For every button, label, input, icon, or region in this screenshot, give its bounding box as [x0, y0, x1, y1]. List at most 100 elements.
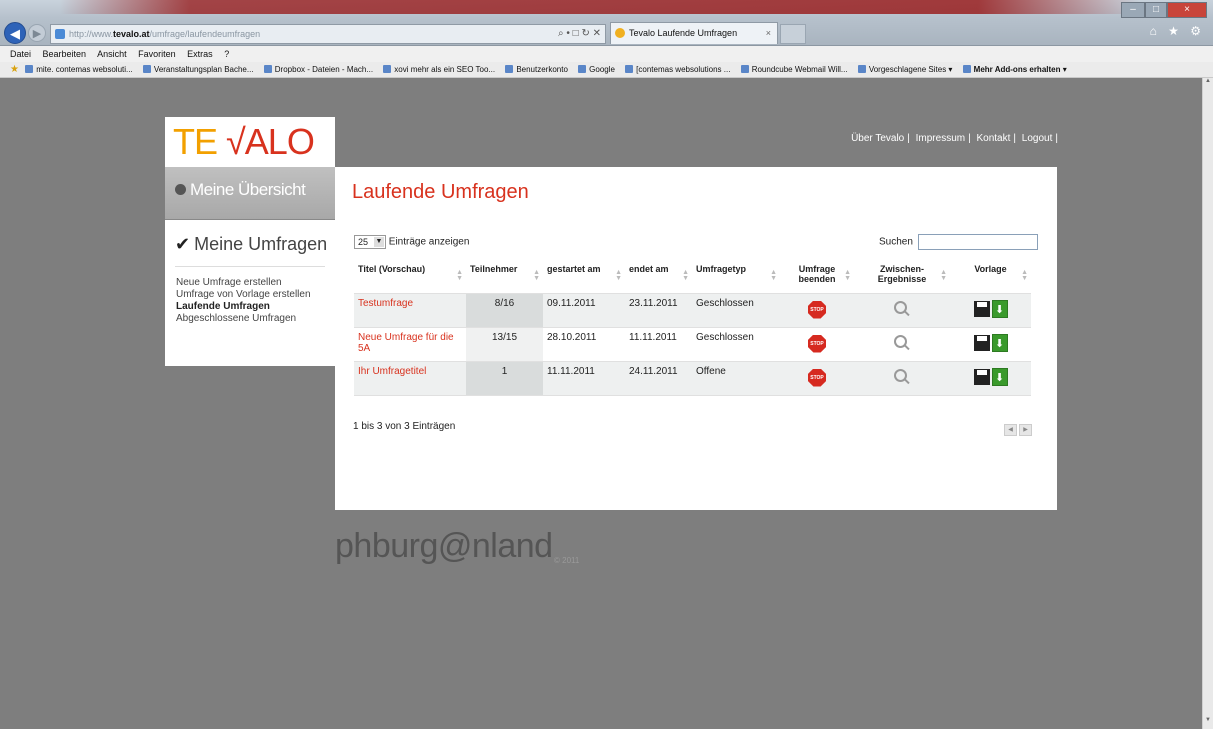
- menu-extras[interactable]: Extras: [187, 49, 213, 59]
- results-cell: [854, 361, 950, 395]
- menu-datei[interactable]: Datei: [10, 49, 31, 59]
- browser-tool-icons[interactable]: ⌂ ★ ⚙: [1150, 24, 1205, 38]
- favorite-item[interactable]: Veranstaltungsplan Bache...: [143, 65, 254, 74]
- scroll-up-icon[interactable]: ▲: [1203, 78, 1213, 90]
- page-title: Laufende Umfragen: [352, 181, 529, 203]
- stop-icon[interactable]: STOP: [808, 334, 826, 353]
- prev-page-icon[interactable]: ◀: [1004, 424, 1017, 436]
- minimize-button[interactable]: –: [1121, 2, 1145, 18]
- template-cell: ⬇: [950, 327, 1031, 361]
- favorite-item[interactable]: Google: [578, 65, 615, 74]
- entries-select-value: 25: [358, 237, 369, 247]
- sidebar-item-abgeschlossene[interactable]: Abgeschlossene Umfragen: [176, 313, 311, 325]
- end-date-cell: 11.11.2011: [625, 327, 692, 361]
- search-label: Suchen: [879, 236, 913, 248]
- entries-select[interactable]: 25 ▼: [354, 235, 386, 249]
- menu-help[interactable]: ?: [224, 49, 229, 59]
- menubar: Datei Bearbeiten Ansicht Favoriten Extra…: [0, 46, 1213, 62]
- pagination: ◀ ▶: [1002, 422, 1032, 436]
- favorite-item[interactable]: xovi mehr als ein SEO Too...: [383, 65, 495, 74]
- favorite-item[interactable]: mite. contemas websoluti...: [25, 65, 132, 74]
- sort-icon: ▲ ▼: [533, 269, 540, 282]
- survey-type-cell: Offene: [692, 361, 780, 395]
- sidebar-overview-tab[interactable]: Meine Übersicht: [165, 167, 335, 220]
- magnifier-icon[interactable]: [893, 300, 911, 318]
- menu-bearbeiten[interactable]: Bearbeiten: [43, 49, 87, 59]
- nav-separator: |: [907, 133, 910, 144]
- search-input[interactable]: [917, 234, 1038, 250]
- favorite-item[interactable]: Dropbox - Dateien - Mach...: [264, 65, 373, 74]
- tab-favicon-icon: [615, 28, 625, 38]
- magnifier-icon[interactable]: [893, 334, 911, 352]
- url-host: tevalo.at: [113, 29, 150, 39]
- close-window-button[interactable]: ×: [1167, 2, 1207, 18]
- forward-button[interactable]: ▶: [28, 24, 46, 42]
- site-favicon-icon: [55, 29, 65, 39]
- favorite-item[interactable]: Vorgeschlagene Sites ▾: [858, 65, 953, 74]
- participants-cell: 13/15: [466, 327, 543, 361]
- sidebar-heading[interactable]: ✔ Meine Umfragen: [175, 234, 327, 255]
- sidebar-overview-label: Meine Übersicht: [190, 180, 306, 199]
- column-header-umfragetyp[interactable]: Umfragetyp ▲ ▼: [692, 258, 780, 293]
- search-control: Suchen: [879, 234, 1038, 250]
- stop-icon[interactable]: STOP: [808, 300, 826, 319]
- vertical-scrollbar[interactable]: ▲ ▼: [1202, 78, 1213, 729]
- sidebar-item-neue-umfrage[interactable]: Neue Umfrage erstellen: [176, 277, 311, 289]
- column-header-teilnehmer[interactable]: Teilnehmer ▲ ▼: [466, 258, 543, 293]
- start-date-cell: 09.11.2011: [543, 293, 625, 327]
- survey-type-cell: Geschlossen: [692, 327, 780, 361]
- magnifier-icon[interactable]: [893, 368, 911, 386]
- maximize-button[interactable]: □: [1145, 2, 1167, 18]
- url-prefix: http://www.: [69, 29, 114, 39]
- nav-link-logout[interactable]: Logout: [1019, 133, 1056, 144]
- nav-link-impressum[interactable]: Impressum: [913, 133, 968, 144]
- favorite-item[interactable]: [contemas websolutions ...: [625, 65, 730, 74]
- sidebar-divider: [175, 266, 325, 267]
- favorite-more-addons[interactable]: Mehr Add-ons erhalten ▾: [963, 65, 1067, 74]
- sort-icon: ▲ ▼: [682, 269, 689, 282]
- menu-ansicht[interactable]: Ansicht: [97, 49, 127, 59]
- tab-active[interactable]: Tevalo Laufende Umfragen ×: [610, 22, 778, 44]
- back-button[interactable]: ◀: [4, 22, 26, 44]
- nav-link-kontakt[interactable]: Kontakt: [973, 133, 1013, 144]
- download-arrow-icon[interactable]: ⬇: [991, 299, 1008, 318]
- top-navigation: Über Tevalo | Impressum | Kontakt | Logout |: [848, 133, 1058, 144]
- column-header-endet[interactable]: endet am ▲ ▼: [625, 258, 692, 293]
- save-disk-icon[interactable]: [973, 368, 990, 385]
- stop-icon[interactable]: STOP: [808, 368, 826, 387]
- column-header-vorlage[interactable]: Vorlage ▲ ▼: [950, 258, 1031, 293]
- address-tools[interactable]: ⌕ • □ ↻ ✕: [558, 25, 601, 43]
- save-disk-icon[interactable]: [973, 300, 990, 317]
- survey-title-link[interactable]: Ihr Umfragetitel: [354, 361, 466, 395]
- tab-close-icon[interactable]: ×: [766, 23, 771, 43]
- column-header-titel[interactable]: Titel (Vorschau) ▲ ▼: [354, 258, 466, 293]
- sidebar-item-vorlage[interactable]: Umfrage von Vorlage erstellen: [176, 289, 311, 301]
- survey-title-link[interactable]: Neue Umfrage für die 5A: [354, 327, 466, 361]
- sidebar-menu: Neue Umfrage erstellen Umfrage von Vorla…: [176, 277, 311, 325]
- table-row: Neue Umfrage für die 5A 13/15 28.10.2011…: [354, 327, 1031, 361]
- menu-favoriten[interactable]: Favoriten: [138, 49, 176, 59]
- results-cell: [854, 293, 950, 327]
- sidebar-item-laufende[interactable]: Laufende Umfragen: [176, 301, 311, 313]
- favorite-item[interactable]: Benutzerkonto: [505, 65, 568, 74]
- nav-separator: |: [1013, 133, 1017, 144]
- address-bar[interactable]: http://www.tevalo.at/umfrage/laufendeumf…: [50, 24, 606, 44]
- entries-length-control: 25 ▼ Einträge anzeigen: [354, 235, 469, 249]
- site-logo[interactable]: TE √ALO: [165, 117, 335, 167]
- download-arrow-icon[interactable]: ⬇: [991, 333, 1008, 352]
- survey-title-link[interactable]: Testumfrage: [354, 293, 466, 327]
- next-page-icon[interactable]: ▶: [1019, 424, 1032, 436]
- new-tab-button[interactable]: [780, 24, 806, 44]
- save-disk-icon[interactable]: [973, 334, 990, 351]
- scroll-down-icon[interactable]: ▼: [1203, 717, 1213, 729]
- nav-separator: |: [1055, 133, 1058, 144]
- column-header-zwischenergebnisse[interactable]: Zwischen-Ergebnisse ▲ ▼: [854, 258, 950, 293]
- nav-link-ueber[interactable]: Über Tevalo: [848, 133, 907, 144]
- sort-icon: ▲ ▼: [770, 269, 777, 282]
- favorite-item[interactable]: Roundcube Webmail Will...: [741, 65, 848, 74]
- download-arrow-icon[interactable]: ⬇: [991, 367, 1008, 386]
- column-header-gestartet[interactable]: gestartet am ▲ ▼: [543, 258, 625, 293]
- column-header-beenden[interactable]: Umfrage beenden ▲ ▼: [780, 258, 854, 293]
- favorites-star-icon[interactable]: ★: [10, 64, 19, 75]
- nav-separator: |: [968, 133, 971, 144]
